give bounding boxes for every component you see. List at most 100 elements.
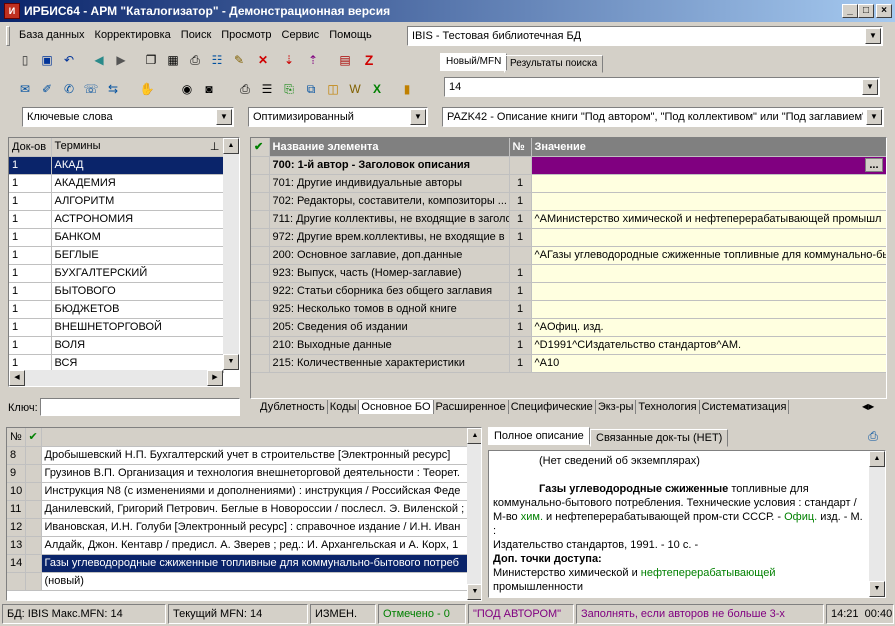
maximize-button[interactable]: □ xyxy=(858,4,874,18)
field-value-cell[interactable] xyxy=(531,264,886,283)
worksheet-select[interactable]: PAZK42 - Описание книги "Под автором", "… xyxy=(442,107,884,127)
col-header-num[interactable]: № xyxy=(7,428,26,447)
result-check[interactable] xyxy=(25,446,42,465)
field-value-cell[interactable] xyxy=(531,300,886,319)
z3950-icon[interactable]: Z xyxy=(360,51,378,69)
undo-icon[interactable]: ↶ xyxy=(60,51,78,69)
print-go-icon[interactable]: ⎘ xyxy=(280,80,298,98)
field-value-cell[interactable] xyxy=(531,282,886,301)
new-doc-icon[interactable]: ▯ xyxy=(16,51,34,69)
result-row[interactable]: 8 Дробышевский Н.П. Бухгалтерский учет в … xyxy=(7,446,468,465)
delete-icon[interactable]: ✕ xyxy=(254,51,272,69)
word-icon[interactable]: W xyxy=(346,80,364,98)
chevron-down-icon[interactable]: ▼ xyxy=(410,109,426,125)
binoculars-icon[interactable]: ◉ xyxy=(178,80,196,98)
field-row[interactable]: 200: Основное заглавие, доп.данные ^AГазы… xyxy=(251,246,886,265)
close-button[interactable]: × xyxy=(876,4,892,18)
field-value-cell[interactable]: ^D1991^CИздательство стандартов^AM. xyxy=(531,336,886,355)
import-icon[interactable]: ⇣ xyxy=(280,51,298,69)
menu-database[interactable]: База данных xyxy=(14,27,90,43)
chevron-down-icon[interactable]: ▼ xyxy=(865,28,881,44)
col-header-terms[interactable]: Термины ⊥ xyxy=(51,138,224,157)
term-row[interactable]: 1 БЮДЖЕТОВ xyxy=(9,300,224,319)
menu-view[interactable]: Просмотр xyxy=(216,27,276,43)
pin-icon[interactable]: ⊥ xyxy=(210,140,220,153)
results-vscroll[interactable]: ▲ ▼ xyxy=(467,428,481,600)
result-row[interactable]: 11 Данилевский, Григорий Петрович. Беглые… xyxy=(7,500,468,519)
note-icon[interactable]: ✉ xyxy=(16,80,34,98)
field-row[interactable]: 922: Статьи сборника без общего заглавия… xyxy=(251,282,886,301)
print-preview-icon[interactable]: ⎙ xyxy=(236,80,254,98)
tab-copies[interactable]: Экз-ры xyxy=(596,400,637,414)
check-icon[interactable]: ✔ xyxy=(25,428,42,447)
print-icon[interactable]: ⎙ xyxy=(864,427,882,445)
back-arrow-icon[interactable]: ◀ xyxy=(90,51,108,69)
result-check[interactable] xyxy=(25,572,42,591)
chevron-down-icon[interactable]: ▼ xyxy=(216,109,232,125)
term-row[interactable]: 1 БЫТОВОГО xyxy=(9,282,224,301)
scroll-up-icon[interactable]: ▲ xyxy=(223,138,239,154)
ellipsis-button[interactable]: ... xyxy=(865,158,883,172)
field-value-cell[interactable]: ^AГазы углеводородные сжиженные топливны… xyxy=(531,246,886,265)
print-list-icon[interactable]: ☰ xyxy=(258,80,276,98)
tab-specific[interactable]: Специфические xyxy=(509,400,596,414)
database-select[interactable]: IBIS - Тестовая библиотечная БД ▼ xyxy=(407,26,883,46)
copy-icon[interactable]: ⧉ xyxy=(302,80,320,98)
handshake-icon[interactable]: ✋ xyxy=(138,80,156,98)
menu-service[interactable]: Сервис xyxy=(277,27,325,43)
note-edit-icon[interactable]: ✐ xyxy=(38,80,56,98)
scroll-down-icon[interactable]: ▼ xyxy=(467,584,481,600)
book-icon[interactable]: ▮ xyxy=(398,80,416,98)
scroll-left-icon[interactable]: ◀ xyxy=(9,370,25,386)
tab-related-docs[interactable]: Связанные док-ты (НЕТ) xyxy=(590,429,729,447)
scroll-down-icon[interactable]: ▼ xyxy=(869,581,885,597)
result-check[interactable] xyxy=(25,500,42,519)
term-row[interactable]: 1 АСТРОНОМИЯ xyxy=(9,210,224,229)
camera-icon[interactable]: ◙ xyxy=(200,80,218,98)
term-row[interactable]: 1 БУХГАЛТЕРСКИЙ xyxy=(9,264,224,283)
field-row[interactable]: 210: Выходные данные 1 ^D1991^CИздательств… xyxy=(251,336,886,355)
folder-icon[interactable]: ◫ xyxy=(324,80,342,98)
minimize-button[interactable]: _ xyxy=(842,4,858,18)
col-header-element[interactable]: Название элемента xyxy=(269,138,510,157)
abbrev-link[interactable]: нефтеперерабатывающей xyxy=(641,567,776,579)
result-check[interactable] xyxy=(25,464,42,483)
film-icon[interactable]: ▤ xyxy=(336,51,354,69)
field-row[interactable]: 923: Выпуск, часть (Номер-заглавие) 1 xyxy=(251,264,886,283)
tab-scroll-arrows-icon[interactable]: ◀▶ xyxy=(862,402,884,414)
result-row[interactable]: 14 Газы углеводородные сжиженные топливны… xyxy=(7,554,468,573)
field-value-cell[interactable] xyxy=(531,228,886,247)
field-row[interactable]: 205: Сведения об издании 1 ^AОфиц. изд. xyxy=(251,318,886,337)
scroll-up-icon[interactable]: ▲ xyxy=(467,428,481,444)
key-input[interactable] xyxy=(40,398,240,416)
terms-vscroll[interactable]: ▲ ▼ xyxy=(223,138,239,370)
abbrev-link[interactable]: Офиц. xyxy=(784,511,817,523)
field-row[interactable]: 972: Другие врем.коллективы, не входящие… xyxy=(251,228,886,247)
result-row[interactable]: 12 Ивановская, И.Н. Голуби [Электронный р… xyxy=(7,518,468,537)
field-row[interactable]: 700: 1-й автор - Заголовок описания... xyxy=(251,156,886,175)
scroll-down-icon[interactable]: ▼ xyxy=(223,354,239,370)
result-row[interactable]: 10 Инструкция N8 (с изменениями и дополне… xyxy=(7,482,468,501)
forward-arrow-icon[interactable]: ▶ xyxy=(112,51,130,69)
term-row[interactable]: 1 БЕГЛЫЕ xyxy=(9,246,224,265)
edit-icon[interactable]: ✎ xyxy=(230,51,248,69)
term-row[interactable]: 1 БАНКОМ xyxy=(9,228,224,247)
chevron-down-icon[interactable]: ▼ xyxy=(866,109,882,125)
term-row[interactable]: 1 ВНЕШНЕТОРГОВОЙ xyxy=(9,318,224,337)
field-value-cell[interactable]: ... xyxy=(531,156,886,175)
search-type-select[interactable]: Оптимизированный ▼ xyxy=(248,107,428,127)
menu-edit[interactable]: Корректировка xyxy=(90,27,176,43)
mail-icon[interactable]: ✆ xyxy=(60,80,78,98)
field-row[interactable]: 711: Другие коллективы, не входящие в за… xyxy=(251,210,886,229)
scroll-right-icon[interactable]: ▶ xyxy=(207,370,223,386)
export-icon[interactable]: ⇡ xyxy=(304,51,322,69)
tab-codes[interactable]: Коды xyxy=(328,400,360,414)
result-check[interactable] xyxy=(25,518,42,537)
term-row[interactable]: 1 АКАДЕМИЯ xyxy=(9,174,224,193)
field-row[interactable]: 925: Несколько томов в одной книге 1 xyxy=(251,300,886,319)
field-row[interactable]: 215: Количественные характеристики 1 ^A10 xyxy=(251,354,886,373)
menu-search[interactable]: Поиск xyxy=(176,27,216,43)
field-row[interactable]: 702: Редакторы, составители, композиторы… xyxy=(251,192,886,211)
col-header-value[interactable]: Значение xyxy=(531,138,886,157)
grid-icon[interactable]: ▦ xyxy=(164,51,182,69)
